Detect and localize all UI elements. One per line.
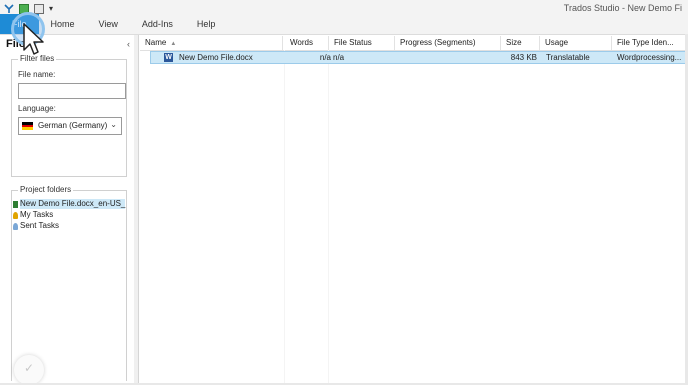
table-row[interactable]: W New Demo File.docx n/a n/a 843 KB Tran… [150, 51, 688, 64]
title-bar: ▾ Trados Studio - New Demo Fi File Home … [0, 0, 688, 35]
navigation-pane: File ‹ Filter files File name: Language:… [2, 35, 135, 385]
collapse-pane-icon[interactable]: ‹ [127, 39, 130, 49]
language-label: Language: [18, 104, 56, 113]
window-title: Trados Studio - New Demo Fi [563, 3, 682, 13]
column-header-name[interactable]: Name ▲ [140, 36, 283, 50]
grid-header: Name ▲ Words File Status Progress (Segmen… [140, 36, 688, 51]
german-flag-icon [22, 122, 33, 130]
chevron-down-icon: ⌄ [110, 120, 117, 129]
filter-files-group: Filter files File name: Language: German… [11, 54, 127, 177]
language-select[interactable]: German (Germany) ⌄ [18, 117, 122, 135]
folder-item-label: My Tasks [20, 210, 54, 219]
cell-words: n/a [319, 53, 331, 62]
word-document-icon: W [164, 53, 173, 62]
file-name-input[interactable] [18, 83, 126, 99]
check-overlay-button[interactable]: ✓ [14, 355, 44, 385]
language-value: German (Germany) [38, 121, 108, 130]
cell-progress [398, 52, 498, 63]
cell-name: New Demo File.docx [179, 53, 253, 62]
column-header-progress[interactable]: Progress (Segments) [395, 36, 501, 50]
project-folders-legend: Project folders [18, 185, 74, 194]
pane-splitter[interactable] [134, 35, 139, 383]
cell-usage: Translatable [546, 53, 590, 62]
check-icon: ✓ [24, 361, 35, 375]
sort-ascending-icon: ▲ [170, 41, 177, 47]
files-grid: Name ▲ Words File Status Progress (Segmen… [140, 36, 688, 383]
column-divider [328, 50, 329, 383]
sent-person-icon [13, 222, 18, 230]
mouse-pointer-icon [23, 23, 44, 55]
tab-add-ins[interactable]: Add-Ins [130, 14, 185, 34]
tab-view[interactable]: View [87, 14, 130, 34]
column-header-size[interactable]: Size [501, 36, 540, 50]
folder-item-sent-tasks[interactable]: Sent Tasks [13, 221, 59, 231]
file-folder-icon [13, 200, 18, 208]
project-folders-group: Project folders New Demo File.docx_en-US… [11, 185, 127, 381]
save-icon[interactable] [34, 4, 44, 14]
folder-item-my-tasks[interactable]: My Tasks [13, 210, 53, 220]
column-header-words[interactable]: Words [285, 36, 329, 50]
column-header-file-type[interactable]: File Type Iden... [612, 36, 688, 50]
column-header-file-status[interactable]: File Status [329, 36, 395, 50]
cell-size: 843 KB [510, 53, 537, 62]
app-logo-icon[interactable] [4, 4, 14, 14]
folder-item-label: New Demo File.docx_en-US_ [20, 199, 126, 209]
file-name-label: File name: [18, 70, 56, 79]
folder-item-label: Sent Tasks [20, 221, 59, 230]
customize-dropdown-icon[interactable]: ▾ [49, 4, 53, 14]
column-header-usage[interactable]: Usage [540, 36, 612, 50]
folder-item-demo-file[interactable]: New Demo File.docx_en-US_ [13, 199, 126, 209]
cell-file-status: n/a [333, 53, 345, 62]
column-divider [284, 50, 285, 383]
tab-help[interactable]: Help [185, 14, 228, 34]
person-icon [13, 211, 18, 219]
cell-file-type: Wordprocessing... [617, 53, 682, 62]
